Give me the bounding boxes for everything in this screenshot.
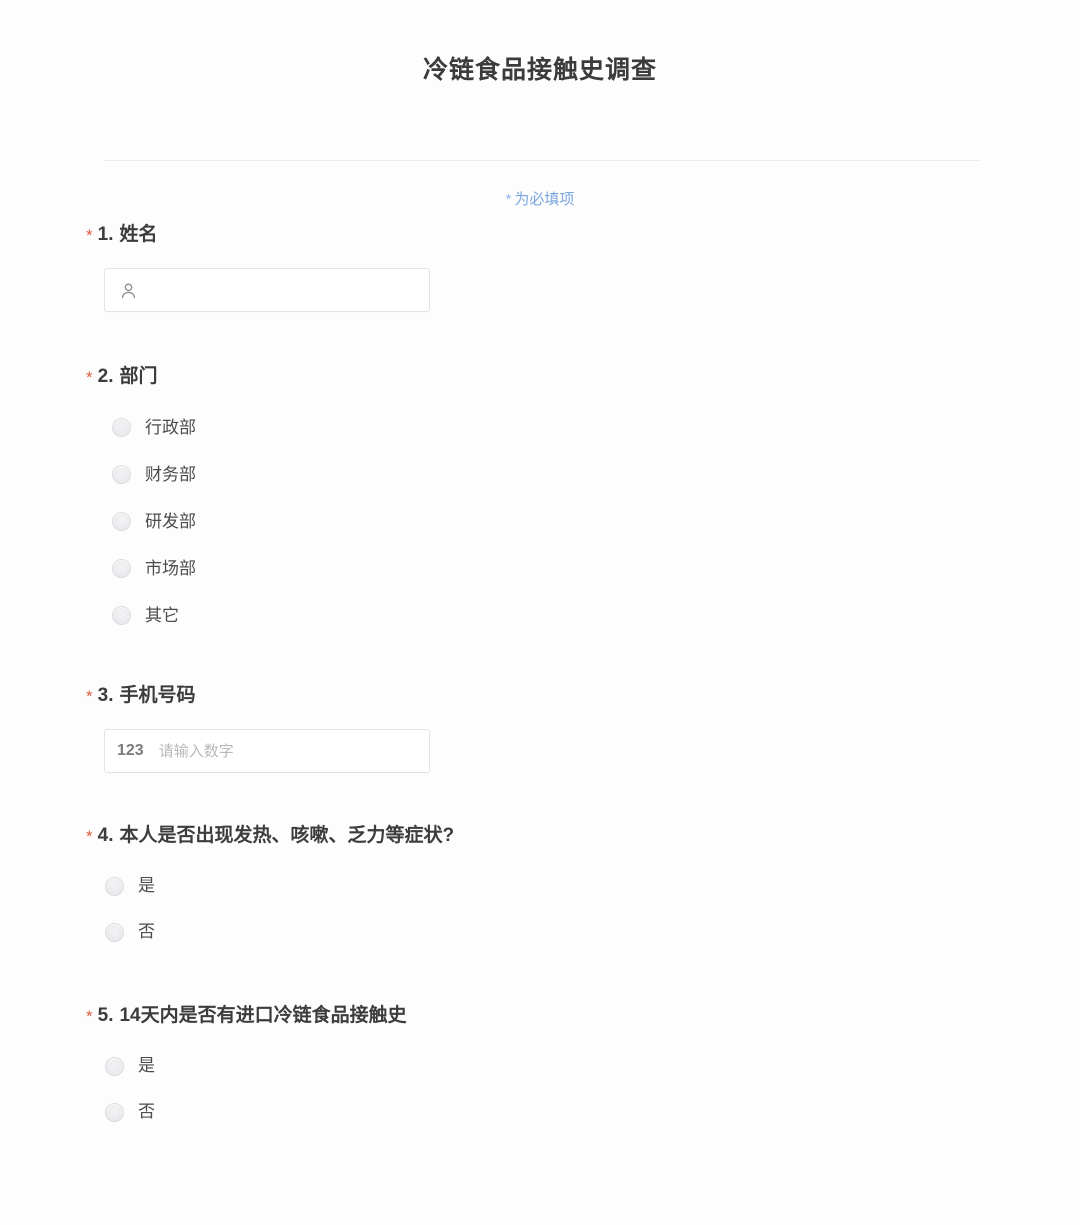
phone-input[interactable] (156, 730, 417, 772)
option-row[interactable]: 是 (86, 863, 1080, 909)
option-label: 市场部 (145, 558, 196, 578)
numeric-keypad-icon: 123 (117, 742, 144, 759)
radio-icon[interactable] (105, 1102, 124, 1122)
question-2-options: 行政部 财务部 研发部 市场部 其它 (86, 404, 1080, 639)
phone-input-wrapper[interactable]: 123 (104, 729, 430, 773)
question-4-options: 是 否 (86, 863, 1080, 955)
question-1-title: * 1. 姓名 (86, 222, 1080, 248)
question-5-label: 14天内是否有进口冷链食品接触史 (119, 1005, 407, 1026)
question-4-title: * 4. 本人是否出现发热、咳嗽、乏力等症状? (86, 823, 1080, 849)
radio-icon[interactable] (112, 418, 131, 437)
question-2-label: 部门 (119, 366, 158, 387)
question-4: * 4. 本人是否出现发热、咳嗽、乏力等症状? 是 否 (0, 823, 1080, 955)
radio-icon[interactable] (112, 606, 131, 625)
option-label: 否 (138, 1102, 155, 1121)
question-5-index: 5. (97, 1005, 114, 1026)
radio-icon[interactable] (105, 922, 124, 942)
question-1-label: 姓名 (119, 224, 158, 245)
survey-page: 冷链食品接触史调查 * 为必填项 * 1. 姓名 * 2. 部门 行政部 财务部… (0, 0, 1080, 1225)
question-3-index: 3. (97, 685, 114, 706)
required-asterisk: * (86, 368, 93, 387)
question-1: * 1. 姓名 (0, 222, 1080, 312)
option-row[interactable]: 行政部 (86, 404, 1080, 451)
required-asterisk: * (86, 1007, 93, 1026)
option-row[interactable]: 财务部 (86, 451, 1080, 498)
radio-icon[interactable] (112, 465, 131, 484)
option-label: 行政部 (145, 417, 196, 437)
option-row[interactable]: 否 (86, 1089, 1080, 1135)
page-title: 冷链食品接触史调查 (422, 56, 657, 84)
option-label: 是 (138, 876, 155, 895)
question-5-options: 是 否 (86, 1043, 1080, 1135)
radio-icon[interactable] (112, 512, 131, 531)
questions-list: * 1. 姓名 * 2. 部门 行政部 财务部 研发部 市场部 其它 * 3. … (0, 222, 1080, 1135)
question-5: * 5. 14天内是否有进口冷链食品接触史 是 否 (0, 1003, 1080, 1135)
radio-icon[interactable] (105, 876, 124, 896)
option-row[interactable]: 市场部 (86, 545, 1080, 592)
option-row[interactable]: 研发部 (86, 498, 1080, 545)
question-2: * 2. 部门 行政部 财务部 研发部 市场部 其它 (0, 364, 1080, 639)
question-3-title: * 3. 手机号码 (86, 683, 1080, 709)
header-divider (104, 160, 980, 161)
question-4-label: 本人是否出现发热、咳嗽、乏力等症状? (119, 825, 455, 846)
question-5-title: * 5. 14天内是否有进口冷链食品接触史 (86, 1003, 1080, 1029)
name-input-wrapper[interactable] (104, 268, 430, 312)
option-label: 研发部 (145, 511, 196, 531)
option-label: 财务部 (145, 464, 196, 484)
option-label: 否 (138, 922, 155, 941)
question-4-index: 4. (97, 825, 114, 846)
required-asterisk: * (86, 687, 93, 706)
required-note-text: 为必填项 (514, 191, 575, 208)
question-1-index: 1. (97, 224, 114, 245)
radio-icon[interactable] (105, 1056, 124, 1076)
required-asterisk: * (86, 827, 93, 846)
required-note-asterisk: * (505, 191, 512, 208)
option-label: 其它 (145, 605, 179, 625)
user-icon (117, 279, 139, 301)
name-input[interactable] (152, 269, 417, 311)
question-3: * 3. 手机号码 123 (0, 683, 1080, 773)
option-label: 是 (138, 1056, 155, 1075)
question-3-label: 手机号码 (119, 685, 196, 706)
required-asterisk: * (86, 226, 93, 245)
question-2-index: 2. (97, 366, 114, 387)
question-2-title: * 2. 部门 (86, 364, 1080, 390)
option-row[interactable]: 是 (86, 1043, 1080, 1089)
option-row[interactable]: 否 (86, 909, 1080, 955)
required-field-note: * 为必填项 (0, 188, 1080, 209)
option-row[interactable]: 其它 (86, 592, 1080, 639)
radio-icon[interactable] (112, 559, 131, 578)
